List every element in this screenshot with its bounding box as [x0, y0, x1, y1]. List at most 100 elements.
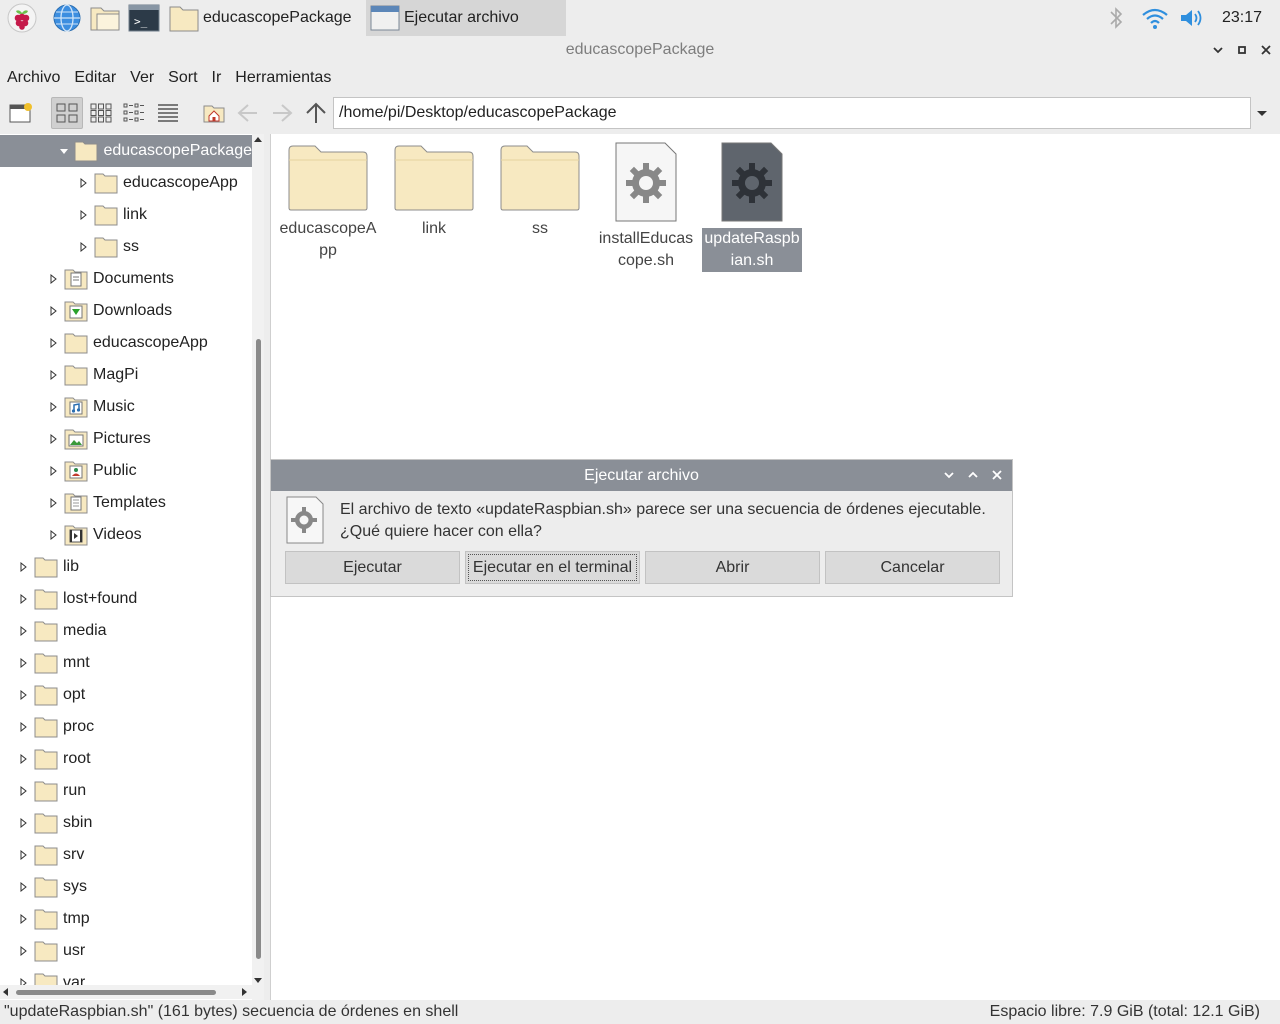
tree-item[interactable]: run: [0, 775, 252, 807]
forward-icon[interactable]: [266, 97, 298, 129]
expand-icon[interactable]: [16, 592, 30, 606]
dialog-maximize-icon[interactable]: [965, 467, 981, 483]
expand-icon[interactable]: [46, 336, 60, 350]
scroll-left-icon[interactable]: [2, 988, 10, 996]
wifi-icon[interactable]: [1140, 4, 1170, 32]
web-browser-icon[interactable]: [51, 3, 83, 33]
tree-item[interactable]: sbin: [0, 807, 252, 839]
close-icon[interactable]: [1256, 40, 1276, 60]
menu-herramientas[interactable]: Herramientas: [228, 66, 338, 92]
compact-view-icon[interactable]: [118, 97, 150, 129]
list-view-icon[interactable]: [152, 97, 184, 129]
volume-icon[interactable]: [1178, 4, 1206, 32]
scroll-right-icon[interactable]: [240, 988, 248, 996]
expand-icon[interactable]: [16, 624, 30, 638]
tree-item[interactable]: educascopeApp: [0, 327, 252, 359]
file-item[interactable]: updateRaspb ian.sh: [702, 142, 802, 272]
tree-vertical-scroll-thumb[interactable]: [256, 339, 261, 959]
expand-icon[interactable]: [46, 368, 60, 382]
tree-item[interactable]: educascopePackage: [0, 135, 252, 167]
run-button[interactable]: Ejecutar: [285, 551, 460, 584]
expand-icon[interactable]: [46, 432, 60, 446]
minimize-icon[interactable]: [1208, 40, 1228, 60]
bluetooth-icon[interactable]: [1104, 4, 1128, 32]
file-item[interactable]: educascopeA pp: [278, 142, 378, 262]
expand-icon[interactable]: [16, 752, 30, 766]
tree-item[interactable]: lost+found: [0, 583, 252, 615]
file-manager-icon[interactable]: [89, 3, 121, 33]
expand-icon[interactable]: [16, 912, 30, 926]
file-item[interactable]: installEducas cope.sh: [596, 142, 696, 272]
tree-horizontal-scroll-thumb[interactable]: [16, 990, 216, 995]
expand-icon[interactable]: [16, 784, 30, 798]
expand-icon[interactable]: [16, 944, 30, 958]
tree-item[interactable]: root: [0, 743, 252, 775]
menu-ir[interactable]: Ir: [205, 66, 229, 92]
menu-archivo[interactable]: Archivo: [0, 66, 67, 92]
task-educascopepackage[interactable]: educascopePackage: [165, 0, 363, 36]
expand-icon[interactable]: [46, 304, 60, 318]
tree-item[interactable]: opt: [0, 679, 252, 711]
tree-item[interactable]: Music: [0, 391, 252, 423]
scroll-up-icon[interactable]: [254, 136, 262, 144]
expand-icon[interactable]: [16, 560, 30, 574]
file-item[interactable]: ss: [490, 142, 590, 240]
expand-icon[interactable]: [46, 400, 60, 414]
tree-item[interactable]: Downloads: [0, 295, 252, 327]
collapse-icon[interactable]: [58, 144, 70, 158]
tree-item[interactable]: proc: [0, 711, 252, 743]
new-window-icon[interactable]: [5, 97, 37, 129]
run-in-terminal-button[interactable]: Ejecutar en el terminal: [465, 551, 640, 584]
tree-item[interactable]: tmp: [0, 903, 252, 935]
back-icon[interactable]: [232, 97, 264, 129]
tree-vertical-scrollbar[interactable]: [252, 134, 264, 1000]
tree-item[interactable]: Public: [0, 455, 252, 487]
tree-item[interactable]: ss: [0, 231, 252, 263]
expand-icon[interactable]: [46, 464, 60, 478]
dialog-close-icon[interactable]: [989, 467, 1005, 483]
tree-item[interactable]: educascopeApp: [0, 167, 252, 199]
expand-icon[interactable]: [16, 880, 30, 894]
tree-item[interactable]: usr: [0, 935, 252, 967]
tree-item[interactable]: Documents: [0, 263, 252, 295]
raspberry-menu-icon[interactable]: [6, 3, 38, 33]
expand-icon[interactable]: [46, 528, 60, 542]
home-icon[interactable]: [198, 97, 230, 129]
open-button[interactable]: Abrir: [645, 551, 820, 584]
dialog-minimize-icon[interactable]: [941, 467, 957, 483]
tree-item[interactable]: Pictures: [0, 423, 252, 455]
menu-sort[interactable]: Sort: [161, 66, 204, 92]
tree-item[interactable]: lib: [0, 551, 252, 583]
thumbnail-view-icon[interactable]: [85, 97, 117, 129]
cancel-button[interactable]: Cancelar: [825, 551, 1000, 584]
tree-item[interactable]: mnt: [0, 647, 252, 679]
path-input[interactable]: /home/pi/Desktop/educascopePackage: [333, 97, 1251, 129]
tree-item[interactable]: Templates: [0, 487, 252, 519]
chevron-down-icon[interactable]: [1254, 105, 1270, 121]
tree-item[interactable]: media: [0, 615, 252, 647]
expand-icon[interactable]: [16, 656, 30, 670]
up-icon[interactable]: [300, 97, 332, 129]
icon-view-icon[interactable]: [51, 97, 83, 129]
tree-item[interactable]: MagPi: [0, 359, 252, 391]
expand-icon[interactable]: [46, 496, 60, 510]
tree-item[interactable]: Videos: [0, 519, 252, 551]
expand-icon[interactable]: [46, 272, 60, 286]
menu-editar[interactable]: Editar: [67, 66, 123, 92]
expand-icon[interactable]: [16, 720, 30, 734]
expand-icon[interactable]: [76, 208, 90, 222]
clock[interactable]: 23:17: [1222, 9, 1262, 27]
expand-icon[interactable]: [76, 176, 90, 190]
expand-icon[interactable]: [16, 816, 30, 830]
scroll-down-icon[interactable]: [254, 976, 262, 984]
terminal-icon[interactable]: >_: [128, 3, 160, 33]
menu-ver[interactable]: Ver: [123, 66, 161, 92]
tree-item[interactable]: srv: [0, 839, 252, 871]
file-item[interactable]: link: [384, 142, 484, 240]
expand-icon[interactable]: [16, 848, 30, 862]
tree-horizontal-scrollbar[interactable]: [0, 985, 252, 999]
expand-icon[interactable]: [16, 688, 30, 702]
maximize-icon[interactable]: [1232, 40, 1252, 60]
expand-icon[interactable]: [76, 240, 90, 254]
task-ejecutar-archivo[interactable]: Ejecutar archivo: [366, 0, 566, 36]
